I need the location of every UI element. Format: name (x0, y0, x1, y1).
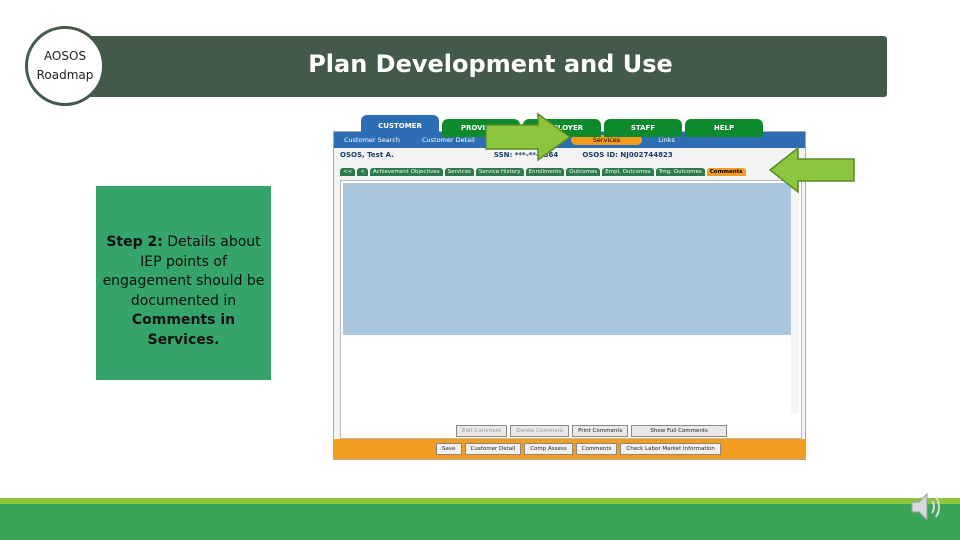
step-note: Step 2: Details about IEP points of enga… (96, 186, 271, 380)
arrow-right-icon (485, 112, 572, 162)
step-label: Step 2: (106, 234, 163, 250)
subtab-empl-outcomes[interactable]: Empl. Outcomes (602, 168, 654, 176)
sub-tabs: << < Achievement Objectives Services Ser… (334, 164, 805, 176)
comp-assess-button[interactable]: Comp Assess (524, 443, 573, 455)
subtab-trng-outcomes[interactable]: Trng. Outcomes (655, 168, 705, 176)
step-emphasis: Comments in Services. (131, 312, 236, 348)
subtab-achievement-objectives[interactable]: Achievement Objectives (369, 168, 443, 176)
footer-bar: Save Customer Detail Comp Assess Comment… (334, 439, 805, 459)
delete-comment-button[interactable]: Delete Comment (510, 425, 570, 437)
comments-scrollbar[interactable] (791, 183, 799, 413)
speaker-icon[interactable] (908, 487, 948, 527)
subnav-customer-search[interactable]: Customer Search (344, 136, 400, 144)
print-comments-button[interactable]: Print Comments (572, 425, 629, 437)
comments-textarea[interactable] (343, 183, 797, 335)
subnav-customer-detail[interactable]: Customer Detail (422, 136, 475, 144)
tab-help[interactable]: HELP (685, 119, 763, 137)
customer-name: OSOS, Test A. (340, 151, 394, 159)
subnav-links[interactable]: Links (658, 136, 675, 144)
roadmap-line2: Roadmap (36, 68, 94, 82)
comments-panel: Edit Comment Delete Comment Print Commen… (340, 180, 802, 439)
subtab-services[interactable]: Services (444, 168, 474, 176)
footer-band (0, 504, 960, 540)
subtab-enrollments[interactable]: Enrollments (525, 168, 565, 176)
subtab-comments[interactable]: Comments (706, 168, 746, 176)
title-bar: Plan Development and Use (64, 36, 887, 97)
app-frame: Customer Search Customer Detail Services… (333, 131, 806, 460)
roadmap-badge[interactable]: AOSOS Roadmap (25, 26, 105, 106)
tab-customer[interactable]: CUSTOMER (361, 115, 439, 137)
nav-first-button[interactable]: << (340, 168, 356, 176)
comments-button[interactable]: Comments (575, 443, 618, 455)
subtab-outcomes[interactable]: Outcomes (566, 168, 601, 176)
roadmap-line1: AOSOS (43, 49, 87, 63)
panel-button-row: Edit Comment Delete Comment Print Commen… (456, 425, 730, 437)
save-button[interactable]: Save (436, 443, 462, 455)
customer-osos-id: OSOS ID: NJ002744823 (582, 151, 673, 159)
subtab-service-history[interactable]: Service History (475, 168, 524, 176)
arrow-left-icon (768, 146, 855, 194)
edit-comment-button[interactable]: Edit Comment (456, 425, 508, 437)
check-lmi-button[interactable]: Check Labor Market Information (620, 443, 721, 455)
aosos-screenshot: Customer Search Customer Detail Services… (333, 113, 806, 460)
nav-prev-button[interactable]: < (357, 168, 368, 176)
tab-staff[interactable]: STAFF (604, 119, 682, 137)
customer-detail-button[interactable]: Customer Detail (464, 443, 522, 455)
show-full-comments-button[interactable]: Show Full Comments (631, 425, 727, 437)
slide-title: Plan Development and Use (308, 50, 673, 78)
